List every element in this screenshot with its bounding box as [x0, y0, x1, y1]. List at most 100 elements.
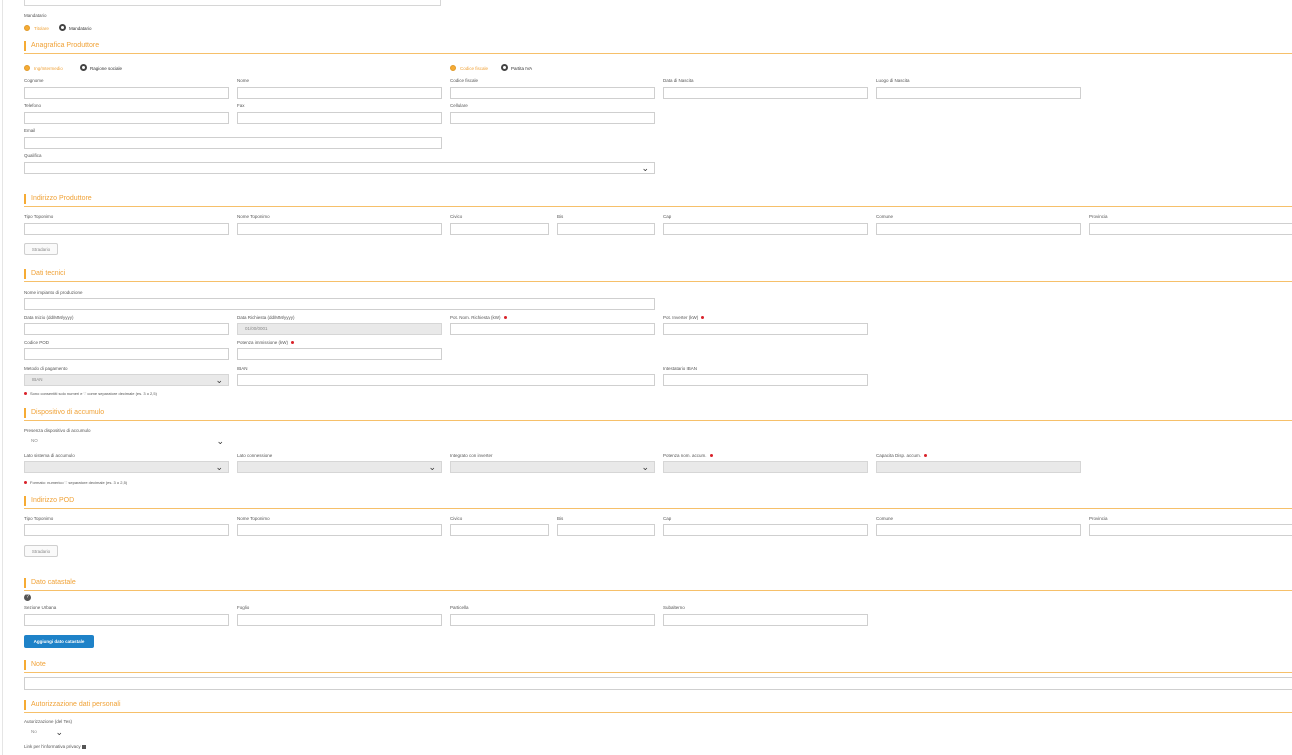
potenza-immissione-label: Potenza immissione (kW)	[237, 340, 295, 345]
pod-civico-field[interactable]	[450, 524, 549, 536]
luogo-nascita-field[interactable]	[876, 87, 1081, 99]
pod-provincia-field[interactable]	[1089, 524, 1292, 536]
comune-field[interactable]	[876, 223, 1081, 235]
foglio-label: Foglio	[237, 605, 250, 610]
cognome-field[interactable]	[24, 87, 229, 99]
section-dati-tecnici-title: Dati tecnici	[24, 269, 65, 279]
pot-inverter-field[interactable]	[663, 323, 868, 335]
chevron-down-icon: ⌄	[216, 436, 224, 446]
chevron-down-icon: ⌄	[641, 163, 649, 173]
pot-nom-field[interactable]	[450, 323, 655, 335]
pod-comune-label: Comune	[876, 516, 894, 521]
capacita-field[interactable]	[876, 461, 1081, 473]
nome-impianto-field[interactable]	[24, 298, 655, 310]
radio-titolare[interactable]	[24, 25, 30, 31]
subalterno-field[interactable]	[663, 614, 868, 626]
lato-sistema-select[interactable]: ⌄	[24, 461, 229, 473]
comune-label: Comune	[876, 214, 894, 219]
section-divider	[24, 590, 1292, 591]
intestatario-label: Intestatario IBAN	[663, 366, 698, 371]
qualifica-select[interactable]: ⌄	[24, 162, 655, 174]
provincia-field[interactable]	[1089, 223, 1292, 235]
cellulare-field[interactable]	[450, 112, 655, 124]
autorizzazione-value: No	[31, 729, 37, 734]
radio-persona-fisica[interactable]	[24, 65, 30, 71]
chevron-down-icon: ⌄	[641, 462, 649, 472]
lato-connessione-select[interactable]: ⌄	[237, 461, 442, 473]
section-divider	[24, 53, 1292, 54]
iban-label: IBAN	[237, 366, 248, 371]
dati-tecnici-note-text: Sono consentiti solo numeri e '.' come s…	[30, 391, 157, 396]
stradario-button[interactable]: Stradario	[24, 243, 58, 255]
bis-label: Bis	[557, 214, 564, 219]
telefono-field[interactable]	[24, 112, 229, 124]
particella-field[interactable]	[450, 614, 655, 626]
iban-field[interactable]	[237, 374, 655, 386]
pod-civico-label: Civico	[450, 516, 463, 521]
aggiungi-catastale-button[interactable]: Aggiungi dato catastale	[24, 635, 94, 648]
radio-mandatario[interactable]	[59, 24, 66, 31]
potenza-immissione-field[interactable]	[237, 348, 442, 360]
section-privacy-title: Autorizzazione dati personali	[24, 700, 121, 710]
potenza-nom-label-text: Potenza nom. accum.	[663, 453, 707, 458]
required-icon	[709, 454, 713, 458]
email-field[interactable]	[24, 137, 442, 149]
cellulare-label: Cellulare	[450, 103, 468, 108]
radio-ragione-label: Ragione sociale	[90, 66, 123, 71]
required-icon	[924, 454, 928, 458]
note-field[interactable]	[24, 677, 1292, 690]
section-divider	[24, 420, 1292, 421]
codice-fiscale-field[interactable]	[450, 87, 655, 99]
pod-comune-field[interactable]	[876, 524, 1081, 536]
fax-field[interactable]	[237, 112, 442, 124]
info-icon	[81, 744, 86, 749]
autorizzazione-select[interactable]: No ⌄	[24, 727, 68, 739]
luogo-nascita-label: Luogo di Nascita	[876, 78, 910, 83]
intestatario-field[interactable]	[663, 374, 868, 386]
pod-provincia-label: Provincia	[1089, 516, 1108, 521]
section-accumulo-title: Dispositivo di accumulo	[24, 408, 104, 418]
potenza-nom-field[interactable]	[663, 461, 868, 473]
radio-piva-label: Partita IVA	[511, 66, 533, 71]
pod-nome-toponimo-field[interactable]	[237, 524, 442, 536]
civico-field[interactable]	[450, 223, 549, 235]
data-inizio-field[interactable]	[24, 323, 229, 335]
section-anagrafica-title: Anagrafica Produttore	[24, 41, 99, 51]
foglio-field[interactable]	[237, 614, 442, 626]
data-nascita-field[interactable]	[663, 87, 868, 99]
pod-stradario-button[interactable]: Stradario	[24, 545, 58, 557]
radio-persona-label: Ing/Intermedio	[34, 66, 63, 71]
integrato-label: Integrato con inverter	[450, 453, 493, 458]
data-richiesta-label: Data Richiesta (dd/MM/yyyy)	[237, 315, 295, 320]
tipo-toponimo-field[interactable]	[24, 223, 229, 235]
privacy-link[interactable]: Link per l'informativa privacy	[24, 744, 86, 749]
radio-ragione-sociale[interactable]	[80, 64, 87, 71]
cap-field[interactable]	[663, 223, 868, 235]
sezione-field[interactable]	[24, 614, 229, 626]
telefono-label: Telefono	[24, 103, 42, 108]
radio-codice-fiscale[interactable]	[450, 65, 456, 71]
metodo-pagamento-select[interactable]: IBAN ⌄	[24, 374, 229, 386]
info-icon[interactable]: ?	[24, 594, 31, 601]
radio-partita-iva[interactable]	[501, 64, 508, 71]
potenza-nom-label: Potenza nom. accum.	[663, 453, 713, 458]
integrato-select[interactable]: ⌄	[450, 461, 655, 473]
nome-field[interactable]	[237, 87, 442, 99]
metodo-pagamento-value: IBAN	[32, 377, 43, 382]
pod-tipo-toponimo-field[interactable]	[24, 524, 229, 536]
pod-bis-field[interactable]	[557, 524, 655, 536]
fax-label: Fax	[237, 103, 245, 108]
pod-cap-field[interactable]	[663, 524, 868, 536]
potenza-immissione-label-text: Potenza immissione (kW)	[237, 340, 289, 345]
required-icon	[291, 341, 295, 345]
civico-label: Civico	[450, 214, 463, 219]
capacita-label: Capacita Disp. accum.	[876, 453, 928, 458]
bis-field[interactable]	[557, 223, 655, 235]
top-input-fragment	[24, 0, 441, 6]
section-catastale-title: Dato catastale	[24, 578, 76, 588]
chevron-down-icon: ⌄	[55, 727, 63, 737]
radio-cf-label: Codice fiscale	[460, 66, 489, 71]
nome-toponimo-field[interactable]	[237, 223, 442, 235]
codice-pod-field[interactable]	[24, 348, 229, 360]
presenza-select[interactable]: NO ⌄	[24, 436, 229, 448]
